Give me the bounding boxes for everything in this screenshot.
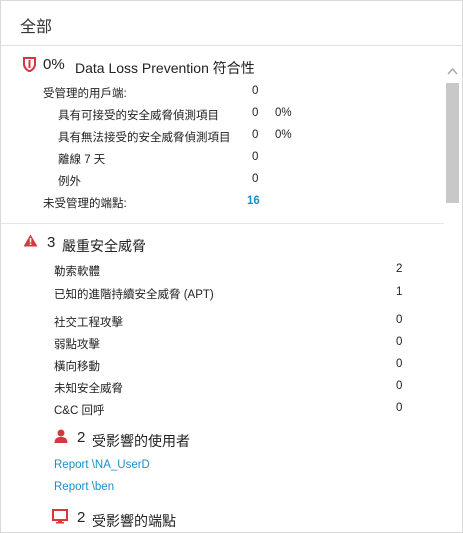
user-link-na-userd[interactable]: Report \NA_UserD [54, 459, 150, 471]
threats-title: 嚴重安全威脅 [62, 238, 146, 254]
threat-value-ransomware: 2 [396, 263, 403, 275]
threat-label-ransomware: 勒索軟體 [54, 266, 100, 278]
vertical-scrollbar[interactable] [444, 57, 461, 532]
summary-panel: 全部 0% Data Loss Prevention 符合性 受管理的用戶端: … [0, 0, 463, 533]
offline-value: 0 [252, 151, 259, 163]
panel-title: 全部 [20, 19, 53, 36]
scrollbar-thumb[interactable] [446, 83, 459, 203]
offline-label: 離線 7 天 [58, 154, 106, 166]
section-divider [1, 223, 444, 224]
unacceptable-threats-label: 具有無法接受的安全威脅偵測項目 [58, 132, 231, 144]
unacceptable-threats-value: 0 [252, 129, 259, 141]
user-link-ben[interactable]: Report \ben [54, 481, 114, 493]
acceptable-threats-label: 具有可接受的安全威脅偵測項目 [58, 110, 219, 122]
exceptions-value: 0 [252, 173, 259, 185]
threat-label-social-engineering: 社交工程攻擊 [54, 317, 123, 329]
acceptable-threats-value: 0 [252, 107, 259, 119]
dlp-percent: 0% [43, 56, 65, 73]
endpoints-title: 受影響的端點 [92, 513, 176, 529]
threat-label-cc-callback: C&C 回呼 [54, 405, 105, 417]
panel-header: 全部 [1, 1, 462, 46]
threat-label-lateral-movement: 橫向移動 [54, 361, 100, 373]
user-icon [54, 429, 68, 443]
alert-triangle-icon [23, 234, 38, 247]
threat-value-apt: 1 [396, 286, 403, 298]
managed-clients-label: 受管理的用戶端: [43, 88, 127, 100]
endpoints-count: 2 [77, 509, 86, 526]
threat-label-unknown: 未知安全威脅 [54, 383, 123, 395]
threat-label-vulnerability: 弱點攻擊 [54, 339, 100, 351]
threat-value-cc-callback: 0 [396, 402, 403, 414]
threat-value-vulnerability: 0 [396, 336, 403, 348]
threats-count: 3 [47, 234, 56, 251]
monitor-icon [52, 509, 68, 524]
threat-value-unknown: 0 [396, 380, 403, 392]
scroll-up-arrow-icon[interactable] [447, 62, 458, 75]
managed-clients-value: 0 [252, 85, 259, 97]
users-title: 受影響的使用者 [92, 433, 190, 449]
dlp-title: Data Loss Prevention 符合性 [75, 60, 255, 76]
acceptable-threats-percent: 0% [275, 107, 292, 119]
unmanaged-endpoints-link[interactable]: 16 [247, 195, 260, 207]
unmanaged-endpoints-label: 未受管理的端點: [43, 198, 127, 210]
threat-value-lateral-movement: 0 [396, 358, 403, 370]
exceptions-label: 例外 [58, 176, 81, 188]
unacceptable-threats-percent: 0% [275, 129, 292, 141]
users-count: 2 [77, 429, 86, 446]
threat-value-social-engineering: 0 [396, 314, 403, 326]
threat-label-apt: 已知的進階持續安全威脅 (APT) [54, 289, 214, 301]
shield-icon [23, 57, 36, 73]
